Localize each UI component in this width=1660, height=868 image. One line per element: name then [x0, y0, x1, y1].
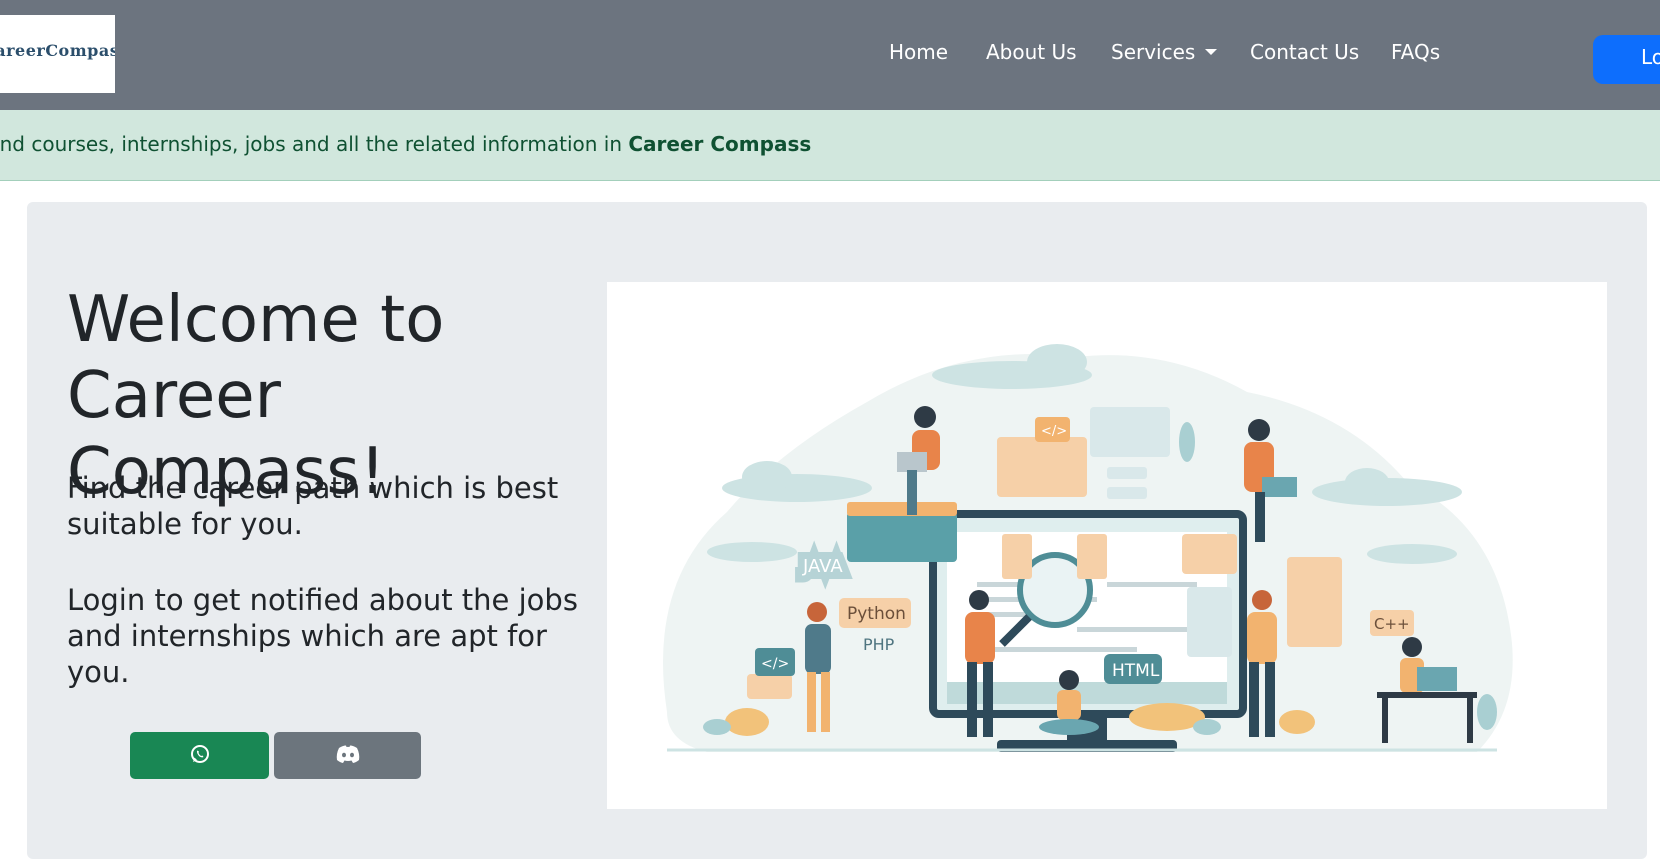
- illustration-tag-php: PHP: [863, 635, 895, 654]
- discord-button[interactable]: [274, 732, 421, 779]
- navbar: CareerCompass Home About Us Services Con…: [0, 0, 1660, 110]
- info-alert: Find courses, internships, jobs and all …: [0, 110, 1660, 181]
- hero-lead-1: Find the career path which is best suita…: [67, 471, 559, 541]
- alert-message: Find courses, internships, jobs and all …: [0, 132, 811, 156]
- whatsapp-button[interactable]: [130, 732, 269, 779]
- nav-home[interactable]: Home: [889, 40, 948, 64]
- discord-icon: [335, 744, 361, 768]
- nav-contact-us[interactable]: Contact Us: [1250, 40, 1359, 64]
- illustration-tag-cpp: C++: [1374, 615, 1410, 633]
- brand-logo[interactable]: CareerCompass: [0, 15, 115, 93]
- alert-brand: Career Compass: [628, 132, 812, 156]
- nav-services-dropdown[interactable]: Services: [1111, 40, 1218, 64]
- illustration-tag-python: Python: [847, 604, 906, 624]
- hero-lead-2: Login to get notified about the jobs and…: [67, 583, 578, 689]
- hero-section: Welcome to Career Compass! Find the care…: [27, 202, 1647, 859]
- whatsapp-icon: [190, 744, 210, 768]
- caret-down-icon: [1205, 49, 1218, 55]
- illustration-tag-code-2: </>: [1041, 424, 1067, 439]
- alert-text: Find courses, internships, jobs and all …: [0, 132, 629, 156]
- illustration-tag-code-1: </>: [761, 656, 789, 672]
- nav-services-label: Services: [1111, 40, 1196, 64]
- illustration-tag-html: HTML: [1112, 661, 1160, 681]
- nav-about-us[interactable]: About Us: [986, 40, 1077, 64]
- login-button[interactable]: Login: [1593, 35, 1660, 84]
- brand-logo-text: CareerCompass: [0, 41, 115, 60]
- illustration-tag-java: JAVA: [802, 556, 843, 577]
- nav-faqs[interactable]: FAQs: [1391, 40, 1440, 64]
- hero-illustration: JAVA Python PHP HTML C++ </> </>: [607, 282, 1607, 809]
